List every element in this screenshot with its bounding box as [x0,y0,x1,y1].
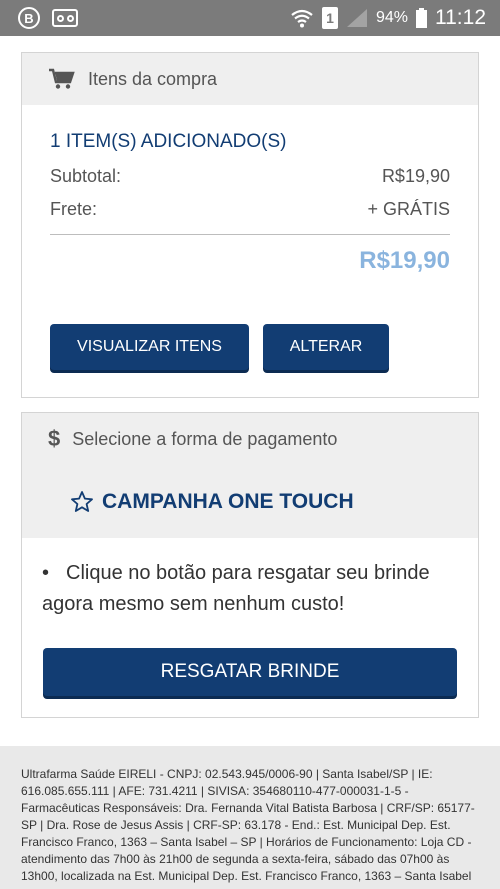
sim-indicator: 1 [321,7,338,29]
bullet: • [42,562,50,584]
redeem-gift-button[interactable]: RESGATAR BRINDE [43,648,457,696]
purchase-items-card: Itens da compra 1 ITEM(S) ADICIONADO(S) … [21,52,479,398]
campaign-title: CAMPANHA ONE TOUCH [102,489,354,513]
alter-button[interactable]: ALTERAR [263,324,389,370]
battery-icon [416,8,427,28]
shopping-cart-icon [49,68,75,89]
purchase-items-title: Itens da compra [88,68,218,89]
view-items-button[interactable]: VISUALIZAR ITENS [50,324,249,370]
status-bar: B 1 94% 11:12 [0,0,500,36]
shipping-row: Frete: + GRÁTIS [50,199,450,220]
campaign-description: • Clique no botão para resgatar seu brind… [42,558,462,620]
subtotal-value: R$19,90 [381,166,450,186]
status-bar-right: 1 94% 11:12 [290,6,486,30]
company-info-footer: Ultrafarma Saúde EIRELI - CNPJ: 02.543.9… [0,746,500,889]
campaign-tab[interactable]: CAMPANHA ONE TOUCH [22,465,478,538]
subtotal-label: Subtotal: [50,166,122,186]
dollar-icon: $ [48,426,61,451]
shipping-label: Frete: [50,199,98,219]
wifi-icon [291,9,313,28]
status-bar-left: B [18,7,78,29]
subtotal-row: Subtotal: R$19,90 [50,166,450,187]
checkout-page: Itens da compra 1 ITEM(S) ADICIONADO(S) … [0,36,500,889]
payment-header: $ Selecione a forma de pagamento [22,413,478,465]
star-outline-icon [71,490,93,512]
notification-b-icon: B [18,7,40,29]
clock: 11:12 [435,6,486,29]
order-total: R$19,90 [359,247,450,274]
voicemail-icon [52,9,78,27]
battery-level: 94% [375,9,408,26]
shipping-value: + GRÁTIS [367,199,450,219]
divider [50,234,450,235]
signal-icon [346,9,367,27]
purchase-items-header: Itens da compra [22,53,478,105]
payment-card: $ Selecione a forma de pagamento CAMPANH… [21,412,479,718]
payment-title: Selecione a forma de pagamento [72,428,338,449]
items-count: 1 ITEM(S) ADICIONADO(S) [50,131,287,152]
campaign-description-text: Clique no botão para resgatar seu brinde… [42,562,430,615]
